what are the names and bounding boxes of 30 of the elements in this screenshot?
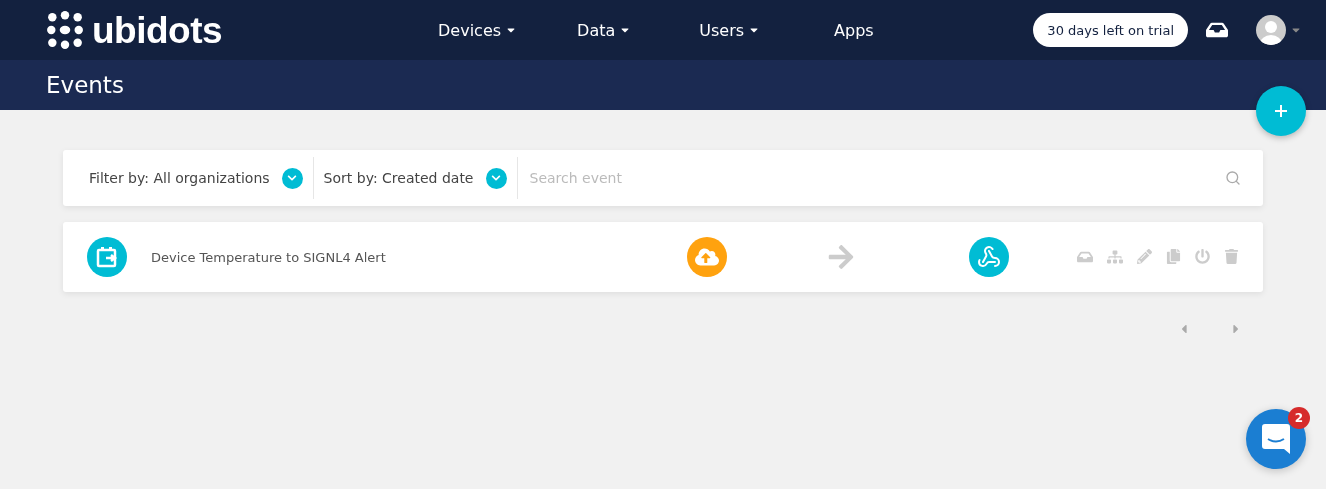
calendar-icon: [87, 237, 127, 277]
chat-button[interactable]: [1246, 409, 1306, 469]
chevron-down-icon[interactable]: [281, 167, 303, 189]
notification-badge: 2: [1288, 407, 1310, 429]
nav-link[interactable]: Users: [699, 20, 761, 40]
nav-link[interactable]: Apps: [834, 20, 874, 40]
chevron-down-icon[interactable]: [485, 167, 507, 189]
page-title: Events: [46, 72, 124, 98]
nav-link[interactable]: Devices: [438, 20, 518, 40]
trial-button[interactable]: 30 days left on trial: [1033, 13, 1188, 47]
copy-icon[interactable]: [1166, 249, 1181, 264]
filter-label: Filter by: All organizations: [89, 170, 270, 186]
event-row[interactable]: Device Temperature to SIGNL4 Alert: [63, 222, 1263, 292]
edit-icon[interactable]: [1137, 249, 1152, 264]
plus-icon: [1275, 105, 1287, 117]
logo-dots-icon: [46, 11, 84, 49]
sort-label: Sort by: Created date: [323, 170, 474, 186]
arrow-right-icon: [827, 243, 855, 271]
delete-icon[interactable]: [1224, 249, 1239, 264]
sitemap-icon[interactable]: [1107, 249, 1123, 265]
power-icon[interactable]: [1195, 249, 1210, 264]
search-icon[interactable]: [1225, 170, 1241, 186]
cloud-upload-icon: [687, 237, 727, 277]
webhook-icon: [969, 237, 1009, 277]
add-button[interactable]: [1256, 86, 1306, 136]
avatar[interactable]: [1256, 15, 1286, 45]
event-name: Device Temperature to SIGNL4 Alert: [151, 249, 387, 265]
nav-link[interactable]: Data: [577, 20, 632, 40]
logo-text: ubidots: [92, 11, 223, 49]
chat-icon: [1262, 424, 1290, 454]
